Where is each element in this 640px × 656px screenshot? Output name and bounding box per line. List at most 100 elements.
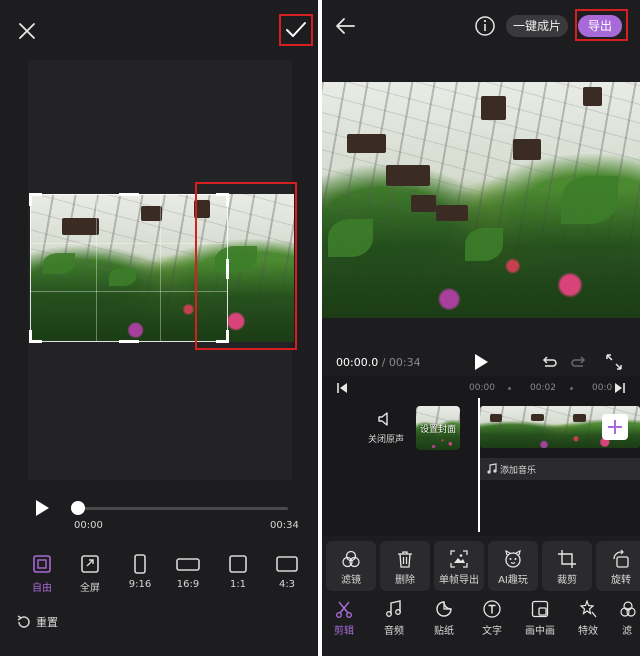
cover-thumbnail[interactable]: 设置封面 (416, 406, 460, 450)
speaker-icon (378, 412, 388, 426)
tab-audio[interactable]: 音频 (372, 598, 416, 638)
crop-handle[interactable] (29, 330, 42, 343)
ratio-free-button[interactable]: 自由 (30, 554, 54, 594)
redo-button[interactable] (570, 353, 588, 371)
add-music-track[interactable]: 添加音乐 (480, 458, 640, 480)
tab-label: 画中画 (525, 626, 555, 637)
ratio-16-9-button[interactable]: 16:9 (174, 554, 202, 594)
ratio-label: 16:9 (176, 579, 200, 590)
current-time: 00:00 (74, 520, 103, 531)
tool-label: 单帧导出 (439, 575, 479, 586)
ruler-dot (570, 387, 573, 390)
tool-delete[interactable]: 删除 (380, 541, 430, 591)
ratio-4-3-icon (276, 556, 298, 572)
add-clip-button[interactable] (602, 414, 628, 440)
tab-effects[interactable]: 特效 (566, 598, 610, 638)
trash-icon (398, 551, 412, 568)
tool-rotate[interactable]: 旋转 (596, 541, 640, 591)
confirm-button[interactable] (279, 14, 313, 46)
one-click-button[interactable]: 一键成片 (506, 15, 568, 37)
free-ratio-icon (33, 555, 51, 573)
tab-label: 特效 (578, 626, 598, 637)
ratio-label: 自由 (32, 583, 52, 594)
skip-end-icon (615, 383, 625, 393)
jump-start-button[interactable] (336, 382, 348, 394)
ruler-mark: 00:0 (592, 383, 613, 393)
crop-handle[interactable] (29, 193, 42, 206)
tool-label: 删除 (395, 575, 415, 586)
ratio-label: 1:1 (229, 579, 247, 590)
tab-label: 滤 (622, 626, 632, 637)
undo-button[interactable] (540, 353, 558, 371)
crop-screen: 00:00 00:34 自由 全屏 9:16 16:9 1:1 4:3 重置 (0, 0, 318, 656)
play-button[interactable] (32, 498, 52, 518)
jump-end-button[interactable] (614, 382, 626, 394)
ruler-dot (508, 387, 511, 390)
frame-export-icon (450, 550, 468, 568)
ratio-fullscreen-button[interactable]: 全屏 (78, 554, 102, 594)
close-icon (19, 23, 35, 39)
edit-screen: 一键成片 导出 00:00.0 / 00:34 00:00 00:02 00:0… (322, 0, 640, 656)
playhead[interactable] (478, 398, 480, 532)
text-icon (483, 600, 501, 618)
undo-icon (542, 356, 557, 367)
reset-label: 重置 (36, 616, 58, 629)
progress-knob[interactable] (71, 501, 85, 515)
tab-text[interactable]: 文字 (470, 598, 514, 638)
tool-frame-export[interactable]: 单帧导出 (434, 541, 484, 591)
pip-icon (531, 600, 549, 618)
tool-crop[interactable]: 裁剪 (542, 541, 592, 591)
back-arrow-icon (336, 18, 355, 34)
crop-icon (558, 550, 576, 568)
ruler-mark: 00:02 (530, 383, 556, 393)
play-icon (36, 500, 49, 516)
filter-tab-icon (620, 601, 636, 617)
ratio-label: 9:16 (128, 579, 152, 590)
tab-sticker[interactable]: 贴纸 (422, 598, 466, 638)
back-button[interactable] (334, 14, 358, 38)
tab-label: 文字 (482, 626, 502, 637)
crop-handle[interactable] (119, 193, 139, 196)
tool-label: 旋转 (611, 575, 631, 586)
progress-track[interactable] (71, 501, 288, 515)
tab-pip[interactable]: 画中画 (518, 598, 562, 638)
ratio-1-1-button[interactable]: 1:1 (226, 554, 250, 594)
ruler-mark: 00:00 (469, 383, 495, 393)
redo-icon (571, 356, 586, 367)
reset-icon (17, 615, 30, 628)
ratio-label: 4:3 (278, 579, 296, 590)
crop-handle[interactable] (119, 340, 139, 343)
mute-label: 关闭原声 (368, 435, 405, 445)
info-button[interactable] (474, 15, 496, 37)
sticker-icon (436, 601, 452, 617)
ratio-label: 全屏 (80, 583, 100, 594)
current-time: 00:00.0 (336, 356, 379, 369)
close-button[interactable] (14, 18, 40, 44)
highlight-box (195, 182, 297, 350)
add-music-label: 添加音乐 (500, 466, 537, 476)
total-time: 00:34 (388, 356, 421, 369)
ratio-9-16-button[interactable]: 9:16 (128, 554, 152, 594)
tab-filter[interactable]: 滤 (614, 598, 640, 638)
ratio-4-3-button[interactable]: 4:3 (274, 554, 300, 594)
tool-label: AI趣玩 (498, 575, 528, 586)
tab-label: 音频 (384, 626, 404, 637)
fullscreen-button[interactable] (604, 352, 624, 372)
tool-ai-fun[interactable]: AI趣玩 (488, 541, 538, 591)
fullscreen-icon (81, 555, 99, 573)
filter-icon (342, 550, 360, 568)
video-preview[interactable] (322, 82, 640, 318)
tool-filter[interactable]: 滤镜 (326, 541, 376, 591)
play-icon (475, 354, 488, 370)
skip-start-icon (337, 383, 347, 393)
ratio-9-16-icon (134, 554, 146, 574)
tool-label: 滤镜 (341, 575, 361, 586)
tab-edit[interactable]: 剪辑 (322, 598, 366, 638)
mute-button[interactable]: 关闭原声 (368, 410, 405, 450)
playback-time: 00:00.0 / 00:34 (336, 356, 421, 369)
scissors-icon (336, 601, 352, 618)
ratio-16-9-icon (176, 558, 200, 571)
expand-icon (606, 354, 622, 370)
tab-label: 剪辑 (334, 626, 354, 637)
play-button[interactable] (472, 353, 490, 371)
